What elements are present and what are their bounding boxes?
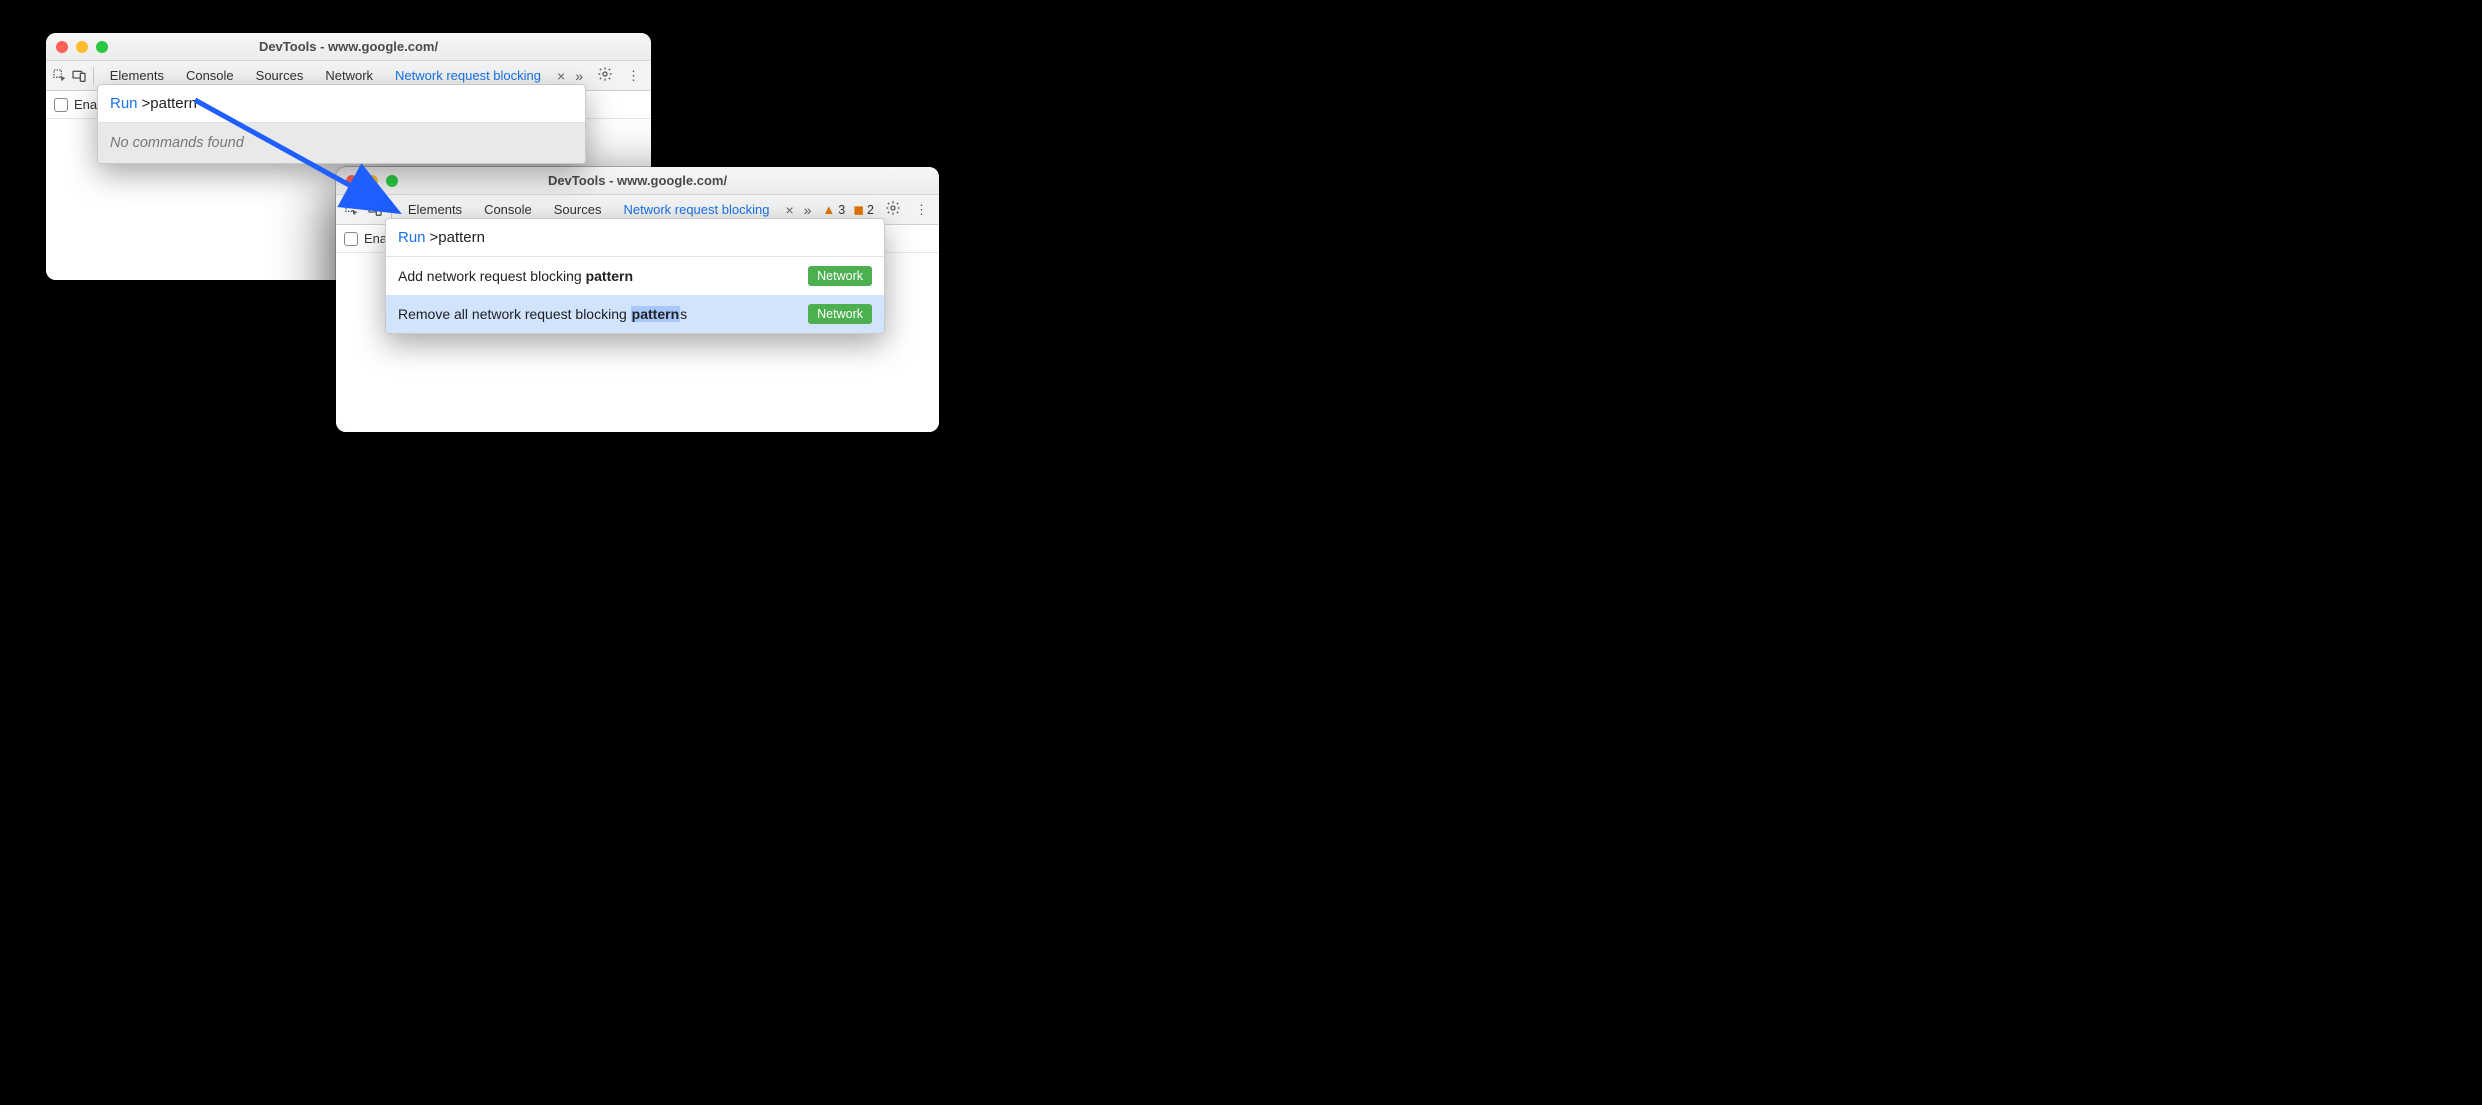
minimize-window-button[interactable] xyxy=(76,41,88,53)
command-result-category: Network xyxy=(808,304,872,324)
minimize-window-button[interactable] xyxy=(366,175,378,187)
command-prefix: Run xyxy=(398,229,426,246)
command-result-text: Remove all network request blocking patt… xyxy=(398,306,687,322)
command-result-category: Network xyxy=(808,266,872,286)
window-title: DevTools - www.google.com/ xyxy=(46,39,651,54)
issues-badge[interactable]: ◼ 2 xyxy=(850,202,877,218)
titlebar: DevTools - www.google.com/ xyxy=(336,167,939,195)
command-query: >pattern xyxy=(142,95,197,112)
separator xyxy=(391,201,392,219)
command-result-text: Add network request blocking pattern xyxy=(398,268,633,284)
inspect-element-icon[interactable] xyxy=(52,64,69,88)
titlebar: DevTools - www.google.com/ xyxy=(46,33,651,61)
enable-checkbox[interactable] xyxy=(344,232,358,246)
command-result-row[interactable]: Remove all network request blocking patt… xyxy=(386,295,884,333)
zoom-window-button[interactable] xyxy=(96,41,108,53)
window-title: DevTools - www.google.com/ xyxy=(336,173,939,188)
close-tab-icon[interactable]: × xyxy=(553,68,569,84)
close-window-button[interactable] xyxy=(346,175,358,187)
settings-icon[interactable] xyxy=(591,66,619,85)
warning-triangle-icon: ▲ xyxy=(822,202,835,217)
more-options-icon[interactable]: ⋮ xyxy=(621,68,645,84)
settings-icon[interactable] xyxy=(879,200,907,219)
command-empty-message: No commands found xyxy=(98,123,585,163)
command-palette-2: Run >pattern Add network request blockin… xyxy=(385,218,885,334)
command-query: >pattern xyxy=(430,229,485,246)
traffic-lights xyxy=(56,41,108,53)
issues-flag-icon: ◼ xyxy=(853,202,864,218)
enable-checkbox[interactable] xyxy=(54,98,68,112)
inspect-element-icon[interactable] xyxy=(342,198,363,222)
zoom-window-button[interactable] xyxy=(386,175,398,187)
device-toolbar-icon[interactable] xyxy=(365,198,386,222)
more-tabs-icon[interactable]: » xyxy=(800,202,816,218)
command-result-row[interactable]: Add network request blocking pattern Netw… xyxy=(386,257,884,295)
more-options-icon[interactable]: ⋮ xyxy=(909,202,933,218)
issues-count: 2 xyxy=(867,203,874,217)
close-window-button[interactable] xyxy=(56,41,68,53)
command-input[interactable]: Run >pattern xyxy=(98,85,585,123)
separator xyxy=(93,67,94,85)
command-prefix: Run xyxy=(110,95,138,112)
command-palette-1: Run >pattern No commands found xyxy=(97,84,586,164)
warnings-count: 3 xyxy=(838,203,845,217)
device-toolbar-icon[interactable] xyxy=(71,64,88,88)
close-tab-icon[interactable]: × xyxy=(781,202,797,218)
traffic-lights xyxy=(346,175,398,187)
more-tabs-icon[interactable]: » xyxy=(571,68,587,84)
command-input[interactable]: Run >pattern xyxy=(386,219,884,257)
warnings-badge[interactable]: ▲ 3 xyxy=(819,202,848,217)
